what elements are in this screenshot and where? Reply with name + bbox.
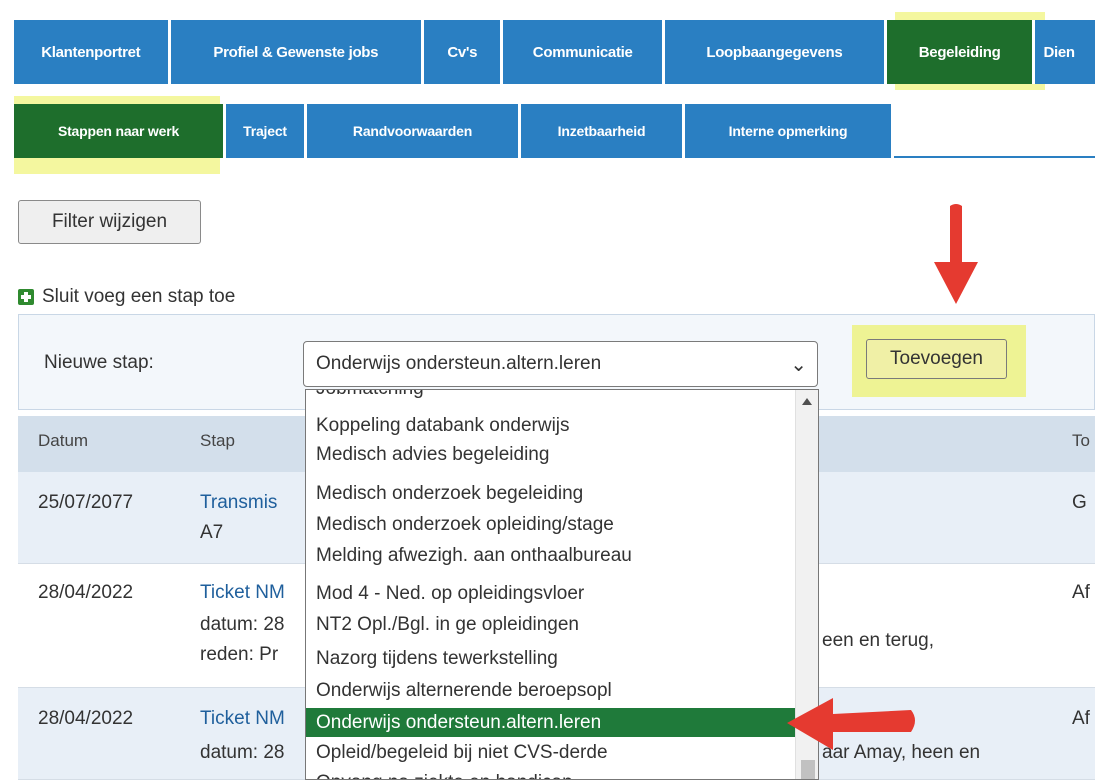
row-date: 25/07/2077 [38,492,134,513]
row-step-detail: datum: 28 [200,614,285,635]
plus-icon [18,289,34,305]
dropdown-option[interactable]: Mod 4 - Ned. op opleidingsvloer [306,579,796,608]
tab-diensten[interactable]: Dien [1035,20,1095,84]
new-step-select[interactable]: Onderwijs ondersteun.altern.leren ⌄ [303,341,818,387]
annotation-arrow-down-icon [934,204,978,304]
toevoegen-button[interactable]: Toevoegen [866,339,1007,379]
chevron-down-icon: ⌄ [790,354,807,376]
column-header-datum[interactable]: Datum [38,431,88,451]
tab-traject[interactable]: Traject [226,104,307,158]
tab-klantenportret[interactable]: Klantenportret [14,20,171,84]
tab-randvoorwaarden[interactable]: Randvoorwaarden [307,104,521,158]
dropdown-option[interactable]: Nazorg tijdens tewerkstelling [306,644,796,673]
row-date: 28/04/2022 [38,708,134,729]
dropdown-option[interactable]: Koppeling databank onderwijs [306,411,796,440]
dropdown-option[interactable]: Jobmatching [306,390,796,403]
row-step-continuation: een en terug, [822,630,934,651]
secondary-tab-bar: Stappen naar werk Traject Randvoorwaarde… [14,100,894,158]
column-header-stap[interactable]: Stap [200,431,235,451]
add-step-toggle[interactable]: Sluit voeg een stap toe [18,282,235,312]
tab-loopbaangegevens[interactable]: Loopbaangegevens [664,20,887,84]
row-date: 28/04/2022 [38,582,134,603]
row-step-detail: datum: 28 [200,742,285,763]
scrollbar-thumb[interactable] [801,760,815,779]
tab-begeleiding[interactable]: Begeleiding [886,20,1036,84]
annotation-arrow-left-icon [787,698,915,750]
tab-communicatie[interactable]: Communicatie [503,20,665,84]
tab-profiel-gewenste-jobs[interactable]: Profiel & Gewenste jobs [170,20,425,84]
screenshot-frame-corner [0,0,14,14]
dropdown-option-selected[interactable]: Onderwijs ondersteun.altern.leren [306,708,796,737]
row-to: G [1072,492,1087,513]
tab-cvs[interactable]: Cv's [424,20,504,84]
add-step-link[interactable]: Sluit voeg een stap toe [42,286,235,308]
row-to: Af [1072,708,1090,729]
primary-tab-bar: Klantenportret Profiel & Gewenste jobs C… [14,14,1095,92]
tab-inzetbaarheid[interactable]: Inzetbaarheid [521,104,685,158]
row-step-link[interactable]: Transmis [200,492,277,514]
row-step-link[interactable]: Ticket NM [200,708,285,730]
tab-interne-opmerking[interactable]: Interne opmerking [685,104,894,158]
new-step-label: Nieuwe stap: [44,352,154,373]
new-step-dropdown-list[interactable]: Jobmatching Koppeling databank onderwijs… [305,389,819,780]
new-step-selected-value: Onderwijs ondersteun.altern.leren [316,353,602,374]
dropdown-option[interactable]: Onderwijs alternerende beroepsopl [306,676,796,705]
row-step-link[interactable]: Ticket NM [200,582,285,604]
dropdown-option[interactable]: Opleid/begeleid bij niet CVS-derde [306,738,796,767]
column-header-to[interactable]: To [1072,431,1090,451]
row-step-detail: A7 [200,522,224,543]
dropdown-option[interactable]: Opvang na ziekte en handicap [306,768,796,779]
row-step-reason: reden: Pr [200,644,279,665]
dropdown-option[interactable]: Medisch advies begeleiding [306,440,796,469]
dropdown-option[interactable]: Medisch onderzoek begeleiding [306,479,796,508]
dropdown-option[interactable]: NT2 Opl./Bgl. in ge opleidingen [306,610,796,639]
scroll-up-icon[interactable] [802,398,812,405]
filter-wijzigen-button[interactable]: Filter wijzigen [18,200,201,244]
tab-stappen-naar-werk[interactable]: Stappen naar werk [14,104,226,158]
dropdown-option[interactable]: Melding afwezigh. aan onthaalbureau [306,541,796,570]
dropdown-option[interactable]: Medisch onderzoek opleiding/stage [306,510,796,539]
row-to: Af [1072,582,1090,603]
